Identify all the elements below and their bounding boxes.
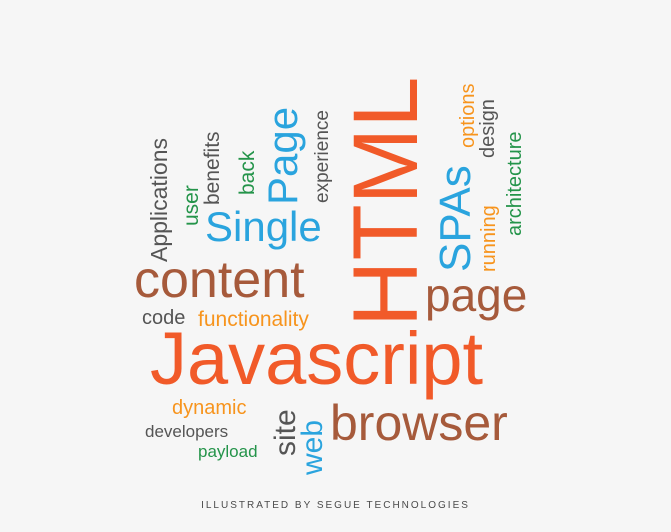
word-spas: SPAs <box>431 165 480 272</box>
word-back: back <box>236 150 259 195</box>
word-benefits: benefits <box>201 131 224 205</box>
word-javascript: Javascript <box>150 317 484 400</box>
word-applications: Applications <box>146 137 172 262</box>
word-architecture: architecture <box>504 131 526 237</box>
word-cloud: HTML Javascript content page browser Sin… <box>0 0 671 532</box>
word-user: user <box>180 185 203 226</box>
illustration-credit: ILLUSTRATED BY SEGUE TECHNOLOGIES <box>201 500 470 511</box>
word-web: web <box>296 419 329 475</box>
word-experience: experience <box>312 110 333 203</box>
word-options: options <box>457 83 479 149</box>
word-single: Single <box>205 203 322 250</box>
word-dynamic: dynamic <box>172 397 247 419</box>
word-browser: browser <box>330 395 508 451</box>
word-design: design <box>477 99 499 158</box>
word-code: code <box>142 307 186 329</box>
word-functionality: functionality <box>198 308 309 331</box>
word-html: HTML <box>335 76 437 327</box>
word-page-vertical: Page <box>259 106 306 205</box>
word-payload: payload <box>198 442 258 461</box>
word-page: page <box>425 269 528 321</box>
word-developers: developers <box>145 422 229 441</box>
word-running: running <box>478 205 500 272</box>
